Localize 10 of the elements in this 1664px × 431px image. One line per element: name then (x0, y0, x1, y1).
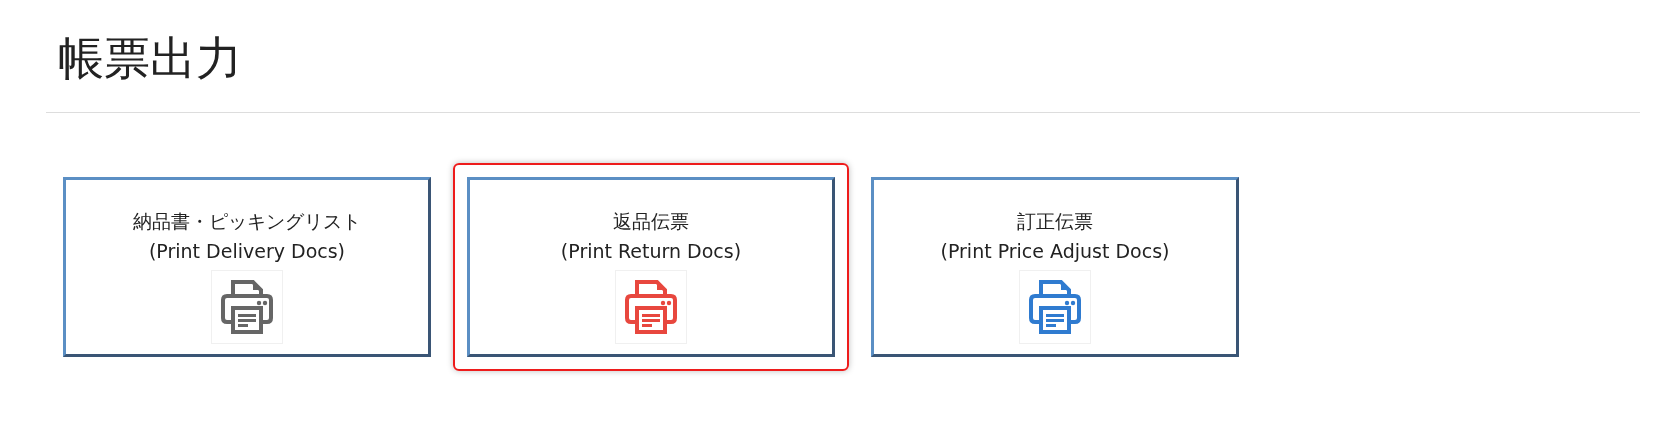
page-title: 帳票出力 (58, 30, 242, 86)
print-card[interactable]: 納品書・ピッキングリスト (Print Delivery Docs) (63, 177, 431, 357)
card-subtitle: (Print Price Adjust Docs) (940, 239, 1170, 264)
card-title: 返品伝票 (613, 209, 689, 234)
card-subtitle: (Print Delivery Docs) (148, 239, 346, 264)
card-title: 訂正伝票 (1017, 209, 1093, 234)
print-card[interactable]: 訂正伝票 (Print Price Adjust Docs) (871, 177, 1239, 357)
print-card[interactable]: 返品伝票 (Print Return Docs) (467, 177, 835, 357)
card-subtitle: (Print Return Docs) (560, 239, 742, 264)
card-title: 納品書・ピッキングリスト (133, 209, 361, 234)
